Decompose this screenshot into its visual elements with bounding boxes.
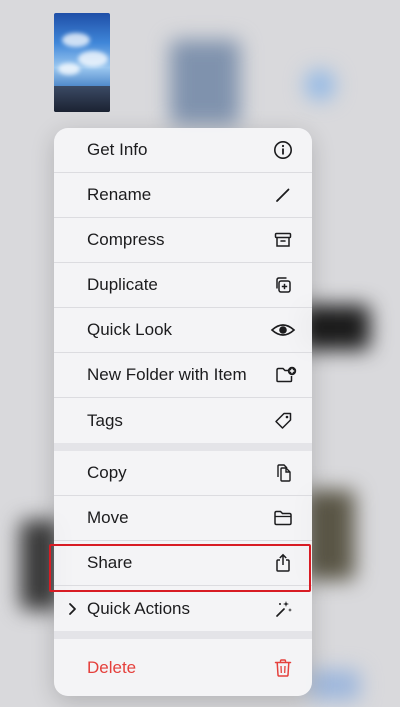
menu-item-quick-look[interactable]: Quick Look [54, 308, 312, 353]
menu-item-copy[interactable]: Copy [54, 451, 312, 496]
eye-icon [270, 319, 296, 341]
info-icon [272, 139, 294, 161]
menu-item-tags[interactable]: Tags [54, 398, 312, 443]
background-thumbnail [170, 40, 240, 125]
folder-icon [272, 507, 294, 529]
menu-item-label: Copy [87, 463, 127, 482]
context-menu: Get Info Rename Compress Duplicate Quick… [54, 128, 312, 696]
menu-group-separator [54, 443, 312, 451]
file-thumbnail[interactable] [54, 13, 110, 112]
folder-plus-icon [275, 364, 297, 386]
menu-item-get-info[interactable]: Get Info [54, 128, 312, 173]
menu-item-label: New Folder with Item [87, 365, 247, 384]
background-thumbnail [305, 490, 355, 580]
menu-item-rename[interactable]: Rename [54, 173, 312, 218]
copy-documents-icon [272, 462, 294, 484]
pencil-icon [272, 184, 294, 206]
menu-item-label: Delete [87, 657, 137, 677]
menu-item-duplicate[interactable]: Duplicate [54, 263, 312, 308]
menu-item-new-folder-with-item[interactable]: New Folder with Item [54, 353, 312, 398]
menu-item-quick-actions[interactable]: Quick Actions [54, 586, 312, 631]
menu-item-label: Quick Look [87, 320, 173, 339]
archive-box-icon [272, 229, 294, 251]
menu-item-label: Quick Actions [87, 598, 190, 618]
background-icon [310, 670, 360, 700]
menu-item-delete[interactable]: Delete [54, 639, 312, 696]
trash-icon [272, 657, 294, 679]
menu-group-separator [54, 631, 312, 639]
menu-item-label: Compress [87, 230, 165, 249]
menu-item-label: Tags [87, 410, 123, 430]
menu-item-move[interactable]: Move [54, 496, 312, 541]
tag-icon [272, 410, 294, 432]
chevron-right-icon [67, 602, 79, 616]
menu-item-label: Rename [87, 185, 152, 204]
menu-item-compress[interactable]: Compress [54, 218, 312, 263]
menu-item-label: Get Info [87, 140, 148, 159]
background-icon [305, 70, 335, 100]
duplicate-icon [272, 274, 294, 296]
menu-item-label: Duplicate [87, 275, 158, 294]
sparkle-wand-icon [272, 598, 294, 620]
menu-item-label: Move [87, 508, 129, 527]
share-highlight-box [49, 544, 311, 592]
